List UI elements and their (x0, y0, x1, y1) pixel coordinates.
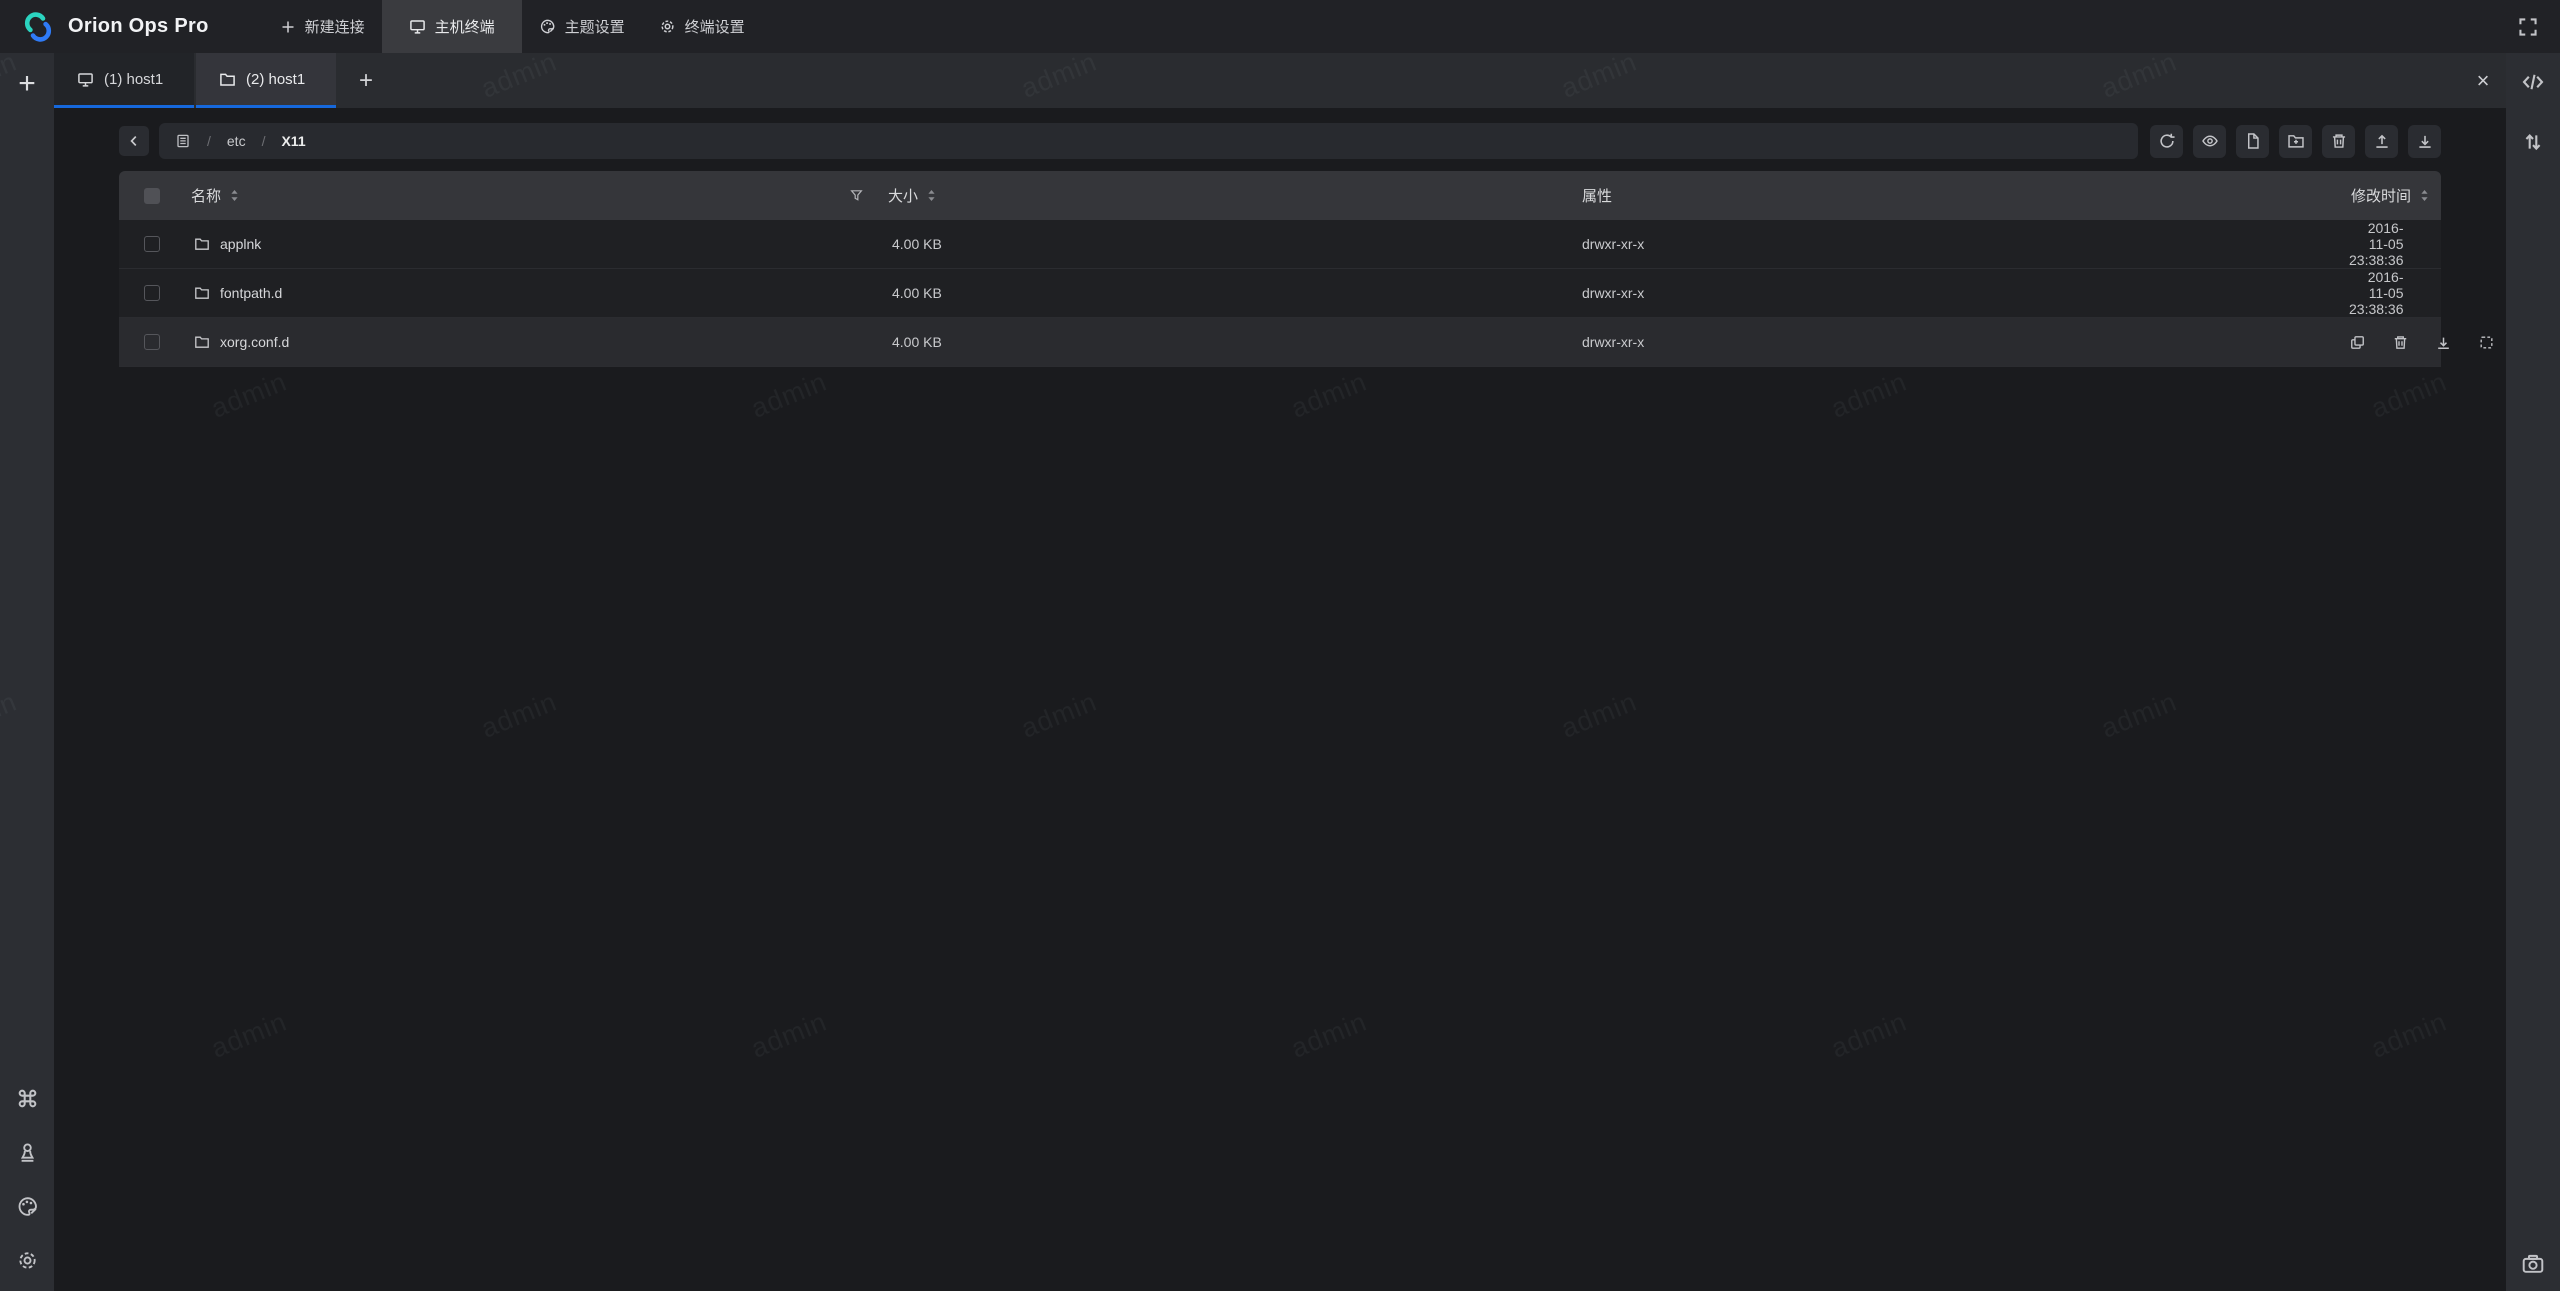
column-header-size[interactable]: 大小 (849, 185, 1539, 206)
plus-icon (280, 19, 296, 35)
folder-icon (194, 236, 210, 252)
tab-host1-terminal[interactable]: (1) host1 (54, 53, 194, 108)
plus-icon: + (18, 69, 36, 99)
file-name: fontpath.d (220, 285, 282, 301)
file-name: applnk (220, 236, 261, 252)
folder-icon (194, 334, 210, 350)
filter-icon[interactable] (849, 188, 864, 203)
left-sidebar: + (0, 53, 54, 1291)
sort-icon (927, 189, 936, 202)
tab-host1-files[interactable]: (2) host1 (196, 53, 336, 108)
file-size: 4.00 KB (849, 285, 1539, 301)
file-mtime: 2016-11-05 23:38:36 (2349, 220, 2467, 268)
move-button[interactable] (2478, 334, 2495, 351)
row-checkbox[interactable] (144, 236, 160, 252)
table-row[interactable]: applnk 4.00 KB drwxr-xr-x 2016-11-05 23:… (119, 220, 2441, 269)
preview-button[interactable] (2193, 125, 2226, 158)
menu-item-label: 终端设置 (685, 16, 745, 37)
gear-icon (659, 18, 676, 35)
select-all-checkbox[interactable] (144, 188, 160, 204)
refresh-button[interactable] (2150, 125, 2183, 158)
table-row[interactable]: xorg.conf.d 4.00 KB drwxr-xr-x (119, 318, 2441, 367)
file-attr: drwxr-xr-x (1539, 236, 2349, 252)
breadcrumb-separator: / (262, 133, 266, 149)
file-attr: drwxr-xr-x (1539, 285, 2349, 301)
file-table: 名称 大小 属性 (119, 171, 2441, 367)
new-tab-button[interactable]: + (338, 53, 394, 108)
column-label: 名称 (191, 185, 221, 206)
delete-button[interactable] (2392, 334, 2409, 351)
breadcrumb-segment-etc[interactable]: etc (227, 133, 246, 149)
menu-item-label: 主题设置 (565, 16, 625, 37)
row-checkbox[interactable] (144, 334, 160, 350)
upload-button[interactable] (2365, 125, 2398, 158)
row-checkbox[interactable] (144, 285, 160, 301)
settings-icon[interactable] (10, 1243, 44, 1277)
close-icon: × (2477, 68, 2490, 94)
folder-icon (194, 285, 210, 301)
monitor-icon (409, 18, 426, 35)
download-button[interactable] (2408, 125, 2441, 158)
file-mtime: 2016-11-05 23:38:36 (2349, 269, 2467, 317)
user-icon[interactable] (10, 1135, 44, 1169)
monitor-icon (77, 71, 94, 88)
file-name: xorg.conf.d (220, 334, 289, 350)
top-menu: 新建连接 主机终端 主题设置 终端设置 (263, 0, 762, 53)
fullscreen-icon[interactable] (2511, 10, 2545, 44)
column-header-name[interactable]: 名称 (185, 185, 849, 206)
tab-label: (1) host1 (104, 71, 163, 88)
sort-icon (2420, 189, 2429, 202)
swap-vertical-icon[interactable] (2516, 125, 2550, 159)
menu-item-label: 新建连接 (305, 16, 365, 37)
plus-icon: + (359, 67, 373, 95)
new-folder-button[interactable] (2279, 125, 2312, 158)
sort-icon (230, 189, 239, 202)
brand: Orion Ops Pro (0, 0, 235, 53)
menu-item-label: 主机终端 (435, 16, 495, 37)
column-header-mtime[interactable]: 修改时间 (2349, 185, 2441, 206)
file-size: 4.00 KB (849, 334, 1539, 350)
menu-item-host-terminal[interactable]: 主机终端 (382, 0, 522, 53)
right-sidebar (2506, 53, 2560, 1291)
table-row[interactable]: fontpath.d 4.00 KB drwxr-xr-x 2016-11-05… (119, 269, 2441, 318)
download-button[interactable] (2435, 334, 2452, 351)
breadcrumb-segment-x11[interactable]: X11 (281, 133, 305, 149)
menu-item-terminal-settings[interactable]: 终端设置 (642, 0, 762, 53)
file-manager-panel: / etc / X11 (54, 108, 2506, 1291)
table-header-row: 名称 大小 属性 (119, 171, 2441, 220)
theme-icon[interactable] (10, 1189, 44, 1223)
app-logo-icon (20, 9, 56, 45)
palette-icon (539, 18, 556, 35)
camera-icon[interactable] (2516, 1247, 2550, 1281)
column-label: 属性 (1582, 185, 1612, 206)
top-bar: Orion Ops Pro 新建连接 主机终端 主题设置 (0, 0, 2560, 53)
copy-button[interactable] (2349, 334, 2366, 351)
menu-item-new-connection[interactable]: 新建连接 (263, 0, 382, 53)
new-file-button[interactable] (2236, 125, 2269, 158)
command-icon[interactable] (10, 1081, 44, 1115)
folder-icon (219, 71, 236, 88)
file-size: 4.00 KB (849, 236, 1539, 252)
column-header-attr: 属性 (1539, 185, 2349, 206)
root-directory-icon[interactable] (175, 133, 191, 149)
close-tab-button[interactable]: × (2460, 53, 2506, 108)
back-button[interactable] (119, 126, 149, 156)
column-label: 大小 (888, 185, 918, 206)
breadcrumb: / etc / X11 (159, 123, 2138, 159)
file-toolbar (2150, 125, 2441, 158)
code-icon[interactable] (2516, 65, 2550, 99)
add-connection-button[interactable]: + (10, 67, 44, 101)
tab-bar: (1) host1 (2) host1 + × (54, 53, 2506, 108)
delete-button[interactable] (2322, 125, 2355, 158)
tab-label: (2) host1 (246, 71, 305, 88)
file-attr: drwxr-xr-x (1539, 334, 2349, 350)
app-title: Orion Ops Pro (68, 15, 209, 38)
column-label: 修改时间 (2351, 185, 2411, 206)
menu-item-theme-settings[interactable]: 主题设置 (522, 0, 642, 53)
breadcrumb-separator: / (207, 133, 211, 149)
